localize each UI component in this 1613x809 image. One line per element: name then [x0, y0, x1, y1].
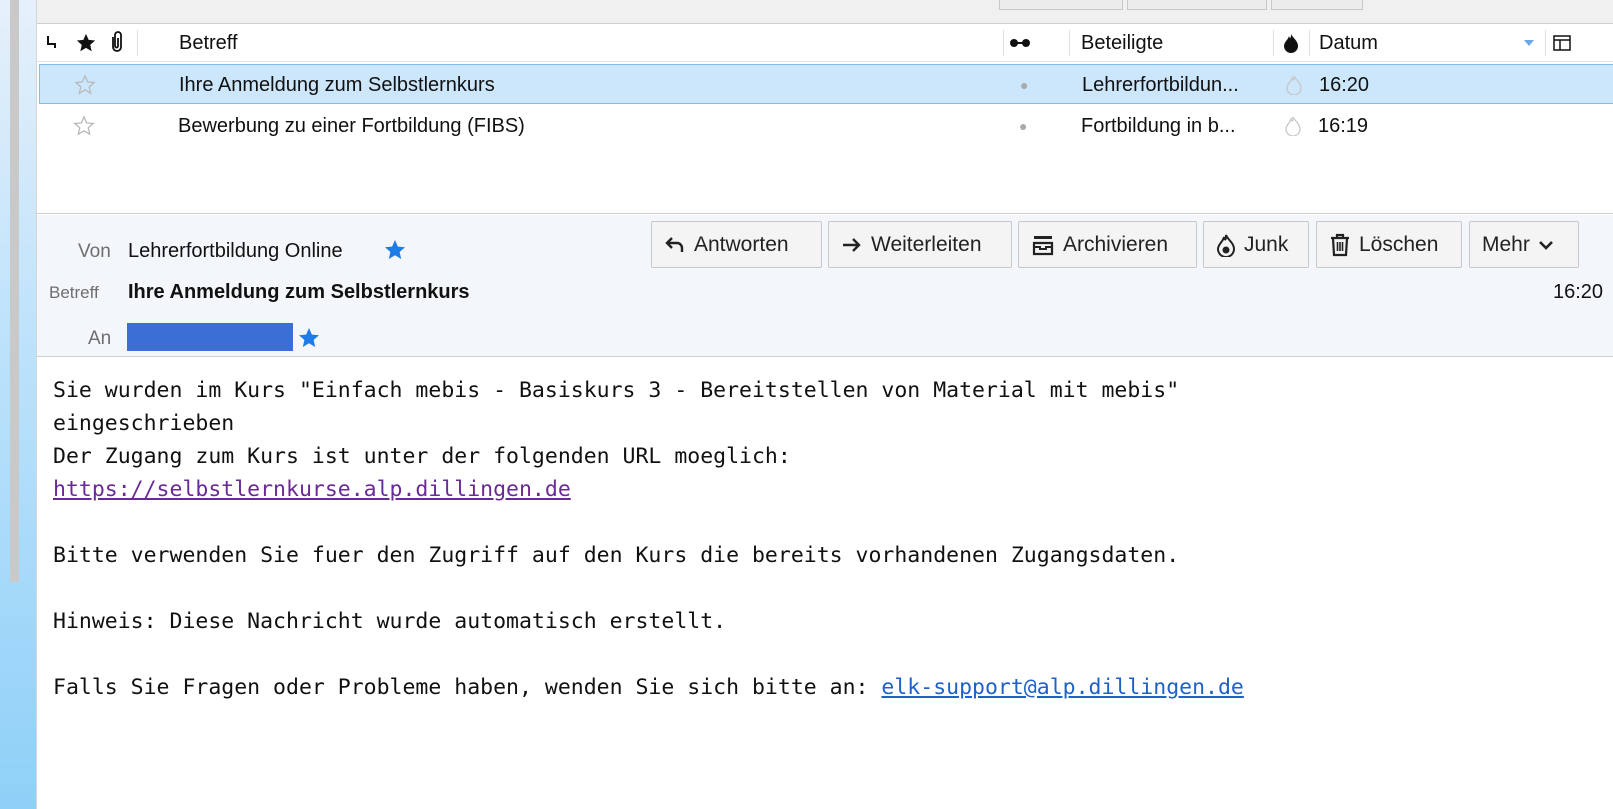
forward-label: Weiterleiten — [871, 232, 982, 256]
message-time: 16:19 — [1318, 114, 1369, 137]
support-email-link[interactable]: elk-support@alp.dillingen.de — [881, 675, 1243, 700]
junk-label: Junk — [1244, 232, 1289, 256]
column-subject[interactable]: Betreff — [179, 24, 238, 62]
junk-column-icon[interactable] — [1283, 24, 1299, 62]
body-line: Der Zugang zum Kurs ist unter der folgen… — [53, 444, 791, 469]
to-label: An — [88, 328, 112, 349]
message-time: 16:20 — [1319, 73, 1370, 96]
body-line: Falls Sie Fragen oder Probleme haben, we… — [53, 675, 882, 700]
star-toggle-icon[interactable] — [74, 65, 96, 105]
unread-dot-icon[interactable]: ● — [1019, 106, 1027, 146]
thread-column-icon[interactable] — [45, 24, 59, 62]
side-scrollbar[interactable] — [10, 0, 19, 582]
forward-button[interactable]: Weiterleiten — [828, 221, 1012, 268]
column-participants[interactable]: Beteiligte — [1081, 24, 1163, 62]
message-body: Sie wurden im Kurs "Einfach mebis - Basi… — [53, 374, 1593, 704]
forward-arrow-icon — [843, 237, 861, 252]
archive-button[interactable]: Archivieren — [1018, 221, 1197, 268]
message-participants: Fortbildung in b... — [1081, 114, 1236, 137]
header-time: 16:20 — [1553, 281, 1604, 303]
body-line: Sie wurden im Kurs "Einfach mebis - Basi… — [53, 378, 1180, 403]
trash-icon — [1331, 233, 1349, 256]
sort-descending-icon[interactable] — [1523, 24, 1535, 62]
junk-button[interactable]: Junk — [1203, 221, 1309, 268]
mail-window: Betreff Beteiligte Datum Ihre Anmeldung … — [36, 0, 1613, 809]
thread-list-header: Betreff Beteiligte Datum — [37, 24, 1613, 62]
message-row[interactable]: Bewerbung zu einer Fortbildung (FIBS) ● … — [39, 106, 1613, 146]
message-participants: Lehrerfortbildun... — [1082, 73, 1239, 96]
toolbar-button-partial[interactable] — [1271, 0, 1363, 10]
attachment-column-icon[interactable] — [109, 24, 125, 62]
message-subject: Ihre Anmeldung zum Selbstlernkurs — [179, 73, 495, 96]
reply-icon — [665, 236, 684, 252]
junk-toggle-icon[interactable] — [1286, 65, 1302, 105]
recipient-star-icon[interactable] — [297, 326, 321, 356]
contact-star-icon[interactable] — [383, 238, 407, 268]
body-line: Hinweis: Diese Nachricht wurde automatis… — [53, 609, 727, 634]
junk-toggle-icon[interactable] — [1285, 106, 1301, 146]
archive-label: Archivieren — [1063, 232, 1169, 256]
toolbar-button-partial[interactable] — [999, 0, 1123, 10]
delete-label: Löschen — [1359, 232, 1439, 256]
top-toolbar — [37, 0, 1613, 24]
subject-label: Betreff — [49, 283, 99, 302]
body-line: Bitte verwenden Sie fuer den Zugriff auf… — [53, 543, 1180, 568]
archive-icon — [1032, 235, 1054, 255]
column-date[interactable]: Datum — [1319, 24, 1378, 62]
recipient-redacted[interactable] — [127, 323, 293, 351]
message-row[interactable]: Ihre Anmeldung zum Selbstlernkurs ● Lehr… — [39, 64, 1613, 104]
read-column-icon[interactable] — [1009, 24, 1031, 62]
toolbar-button-partial[interactable] — [1127, 0, 1267, 10]
reply-label: Antworten — [694, 232, 789, 256]
star-column-icon[interactable] — [75, 24, 97, 62]
flame-icon — [1216, 234, 1236, 257]
more-button[interactable]: Mehr — [1469, 221, 1579, 268]
subject-value: Ihre Anmeldung zum Selbstlernkurs — [128, 281, 470, 303]
unread-dot-icon[interactable]: ● — [1020, 65, 1028, 105]
column-picker-icon[interactable] — [1553, 24, 1571, 62]
delete-button[interactable]: Löschen — [1316, 221, 1462, 268]
chevron-down-icon — [1538, 240, 1553, 250]
body-line: eingeschrieben — [53, 411, 235, 436]
reply-button[interactable]: Antworten — [651, 221, 822, 268]
message-subject: Bewerbung zu einer Fortbildung (FIBS) — [178, 114, 525, 137]
from-value[interactable]: Lehrerfortbildung Online — [128, 240, 343, 263]
from-label: Von — [78, 241, 111, 262]
star-toggle-icon[interactable] — [73, 106, 95, 146]
more-label: Mehr — [1482, 232, 1530, 256]
course-url-link[interactable]: https://selbstlernkurse.alp.dillingen.de — [53, 477, 571, 502]
